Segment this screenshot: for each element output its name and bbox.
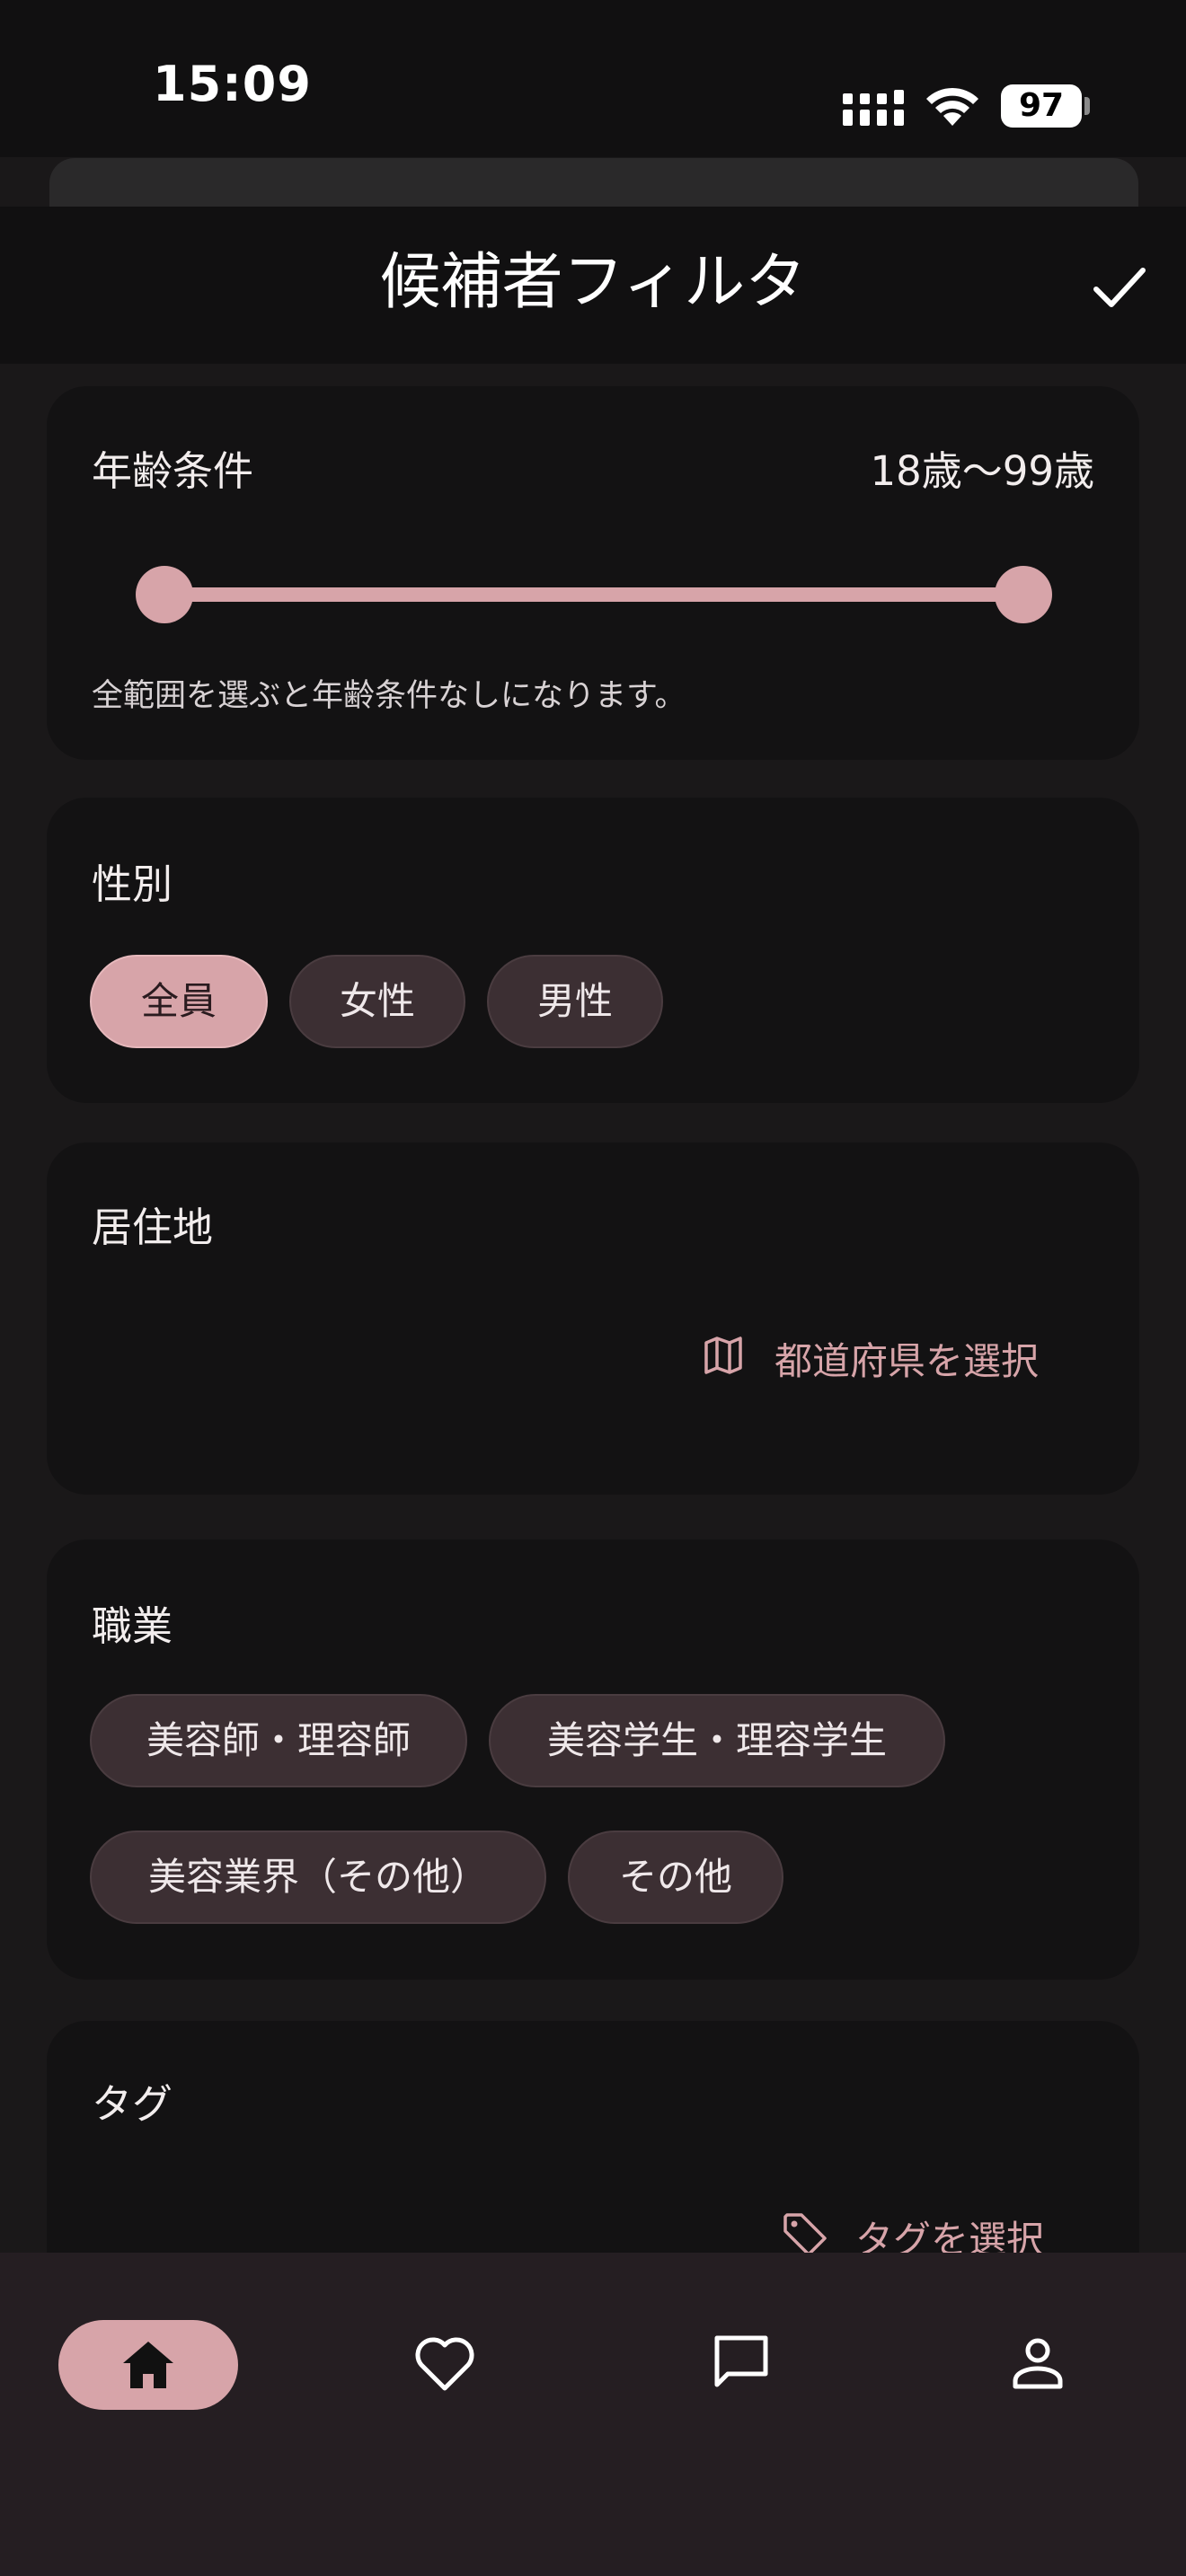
gender-chip-female[interactable]: 女性: [289, 955, 465, 1048]
heart-icon: [415, 2337, 474, 2391]
residence-card: 居住地 都道府県を選択: [47, 1142, 1139, 1495]
age-title: 年齢条件: [92, 447, 254, 495]
residence-title: 居住地: [92, 1204, 214, 1251]
filter-header: 候補者フィルタ: [0, 207, 1186, 364]
occupation-chip-other[interactable]: その他: [568, 1831, 783, 1924]
occupation-chip-beauty-industry-other[interactable]: 美容業界（その他）: [90, 1831, 546, 1924]
occupation-chip-hairdresser[interactable]: 美容師・理容師: [90, 1694, 467, 1787]
occupation-card: 職業 美容師・理容師 美容学生・理容学生 美容業界（その他） その他: [47, 1539, 1139, 1980]
gender-title: 性別: [92, 860, 173, 908]
age-slider-max-handle[interactable]: [995, 566, 1052, 623]
sheet-background-lip: [49, 158, 1138, 212]
nav-item-likes[interactable]: [395, 2320, 494, 2410]
battery-icon: 97: [1001, 84, 1082, 128]
chat-icon: [714, 2335, 768, 2387]
occupation-chip-beauty-student[interactable]: 美容学生・理容学生: [489, 1694, 945, 1787]
age-card: 年齢条件 18歳〜99歳 全範囲を選ぶと年齢条件なしになります。: [47, 386, 1139, 760]
nav-item-home[interactable]: [58, 2320, 238, 2410]
gender-card: 性別 全員 女性 男性: [47, 798, 1139, 1103]
tags-title: タグ: [92, 2080, 173, 2128]
home-icon: [123, 2342, 173, 2388]
cellular-signal-icon: [843, 90, 904, 126]
gender-chip-male[interactable]: 男性: [487, 955, 663, 1048]
nav-item-messages[interactable]: [692, 2320, 791, 2410]
battery-tip: [1084, 97, 1090, 115]
age-hint: 全範囲を選ぶと年齢条件なしになります。: [92, 678, 686, 714]
nav-item-profile[interactable]: [988, 2320, 1087, 2410]
confirm-check-icon[interactable]: [1087, 256, 1150, 319]
page-title: 候補者フィルタ: [379, 247, 807, 318]
occupation-title: 職業: [92, 1602, 173, 1650]
age-range-value: 18歳〜99歳: [870, 447, 1094, 495]
status-time: 15:09: [153, 56, 312, 112]
tag-icon: [783, 2213, 827, 2256]
map-icon: [704, 1337, 742, 1374]
gender-chip-all[interactable]: 全員: [90, 955, 268, 1048]
status-bar: 15:09 97: [0, 0, 1186, 157]
bottom-navigation: [0, 2253, 1186, 2576]
age-slider-track[interactable]: [164, 587, 1024, 602]
age-slider-min-handle[interactable]: [136, 566, 193, 623]
select-prefecture-label: 都道府県を選択: [774, 1339, 1040, 1383]
select-prefecture-button[interactable]: 都道府県を選択: [703, 1331, 1080, 1385]
person-icon: [1013, 2338, 1063, 2389]
wifi-icon: [926, 87, 978, 126]
